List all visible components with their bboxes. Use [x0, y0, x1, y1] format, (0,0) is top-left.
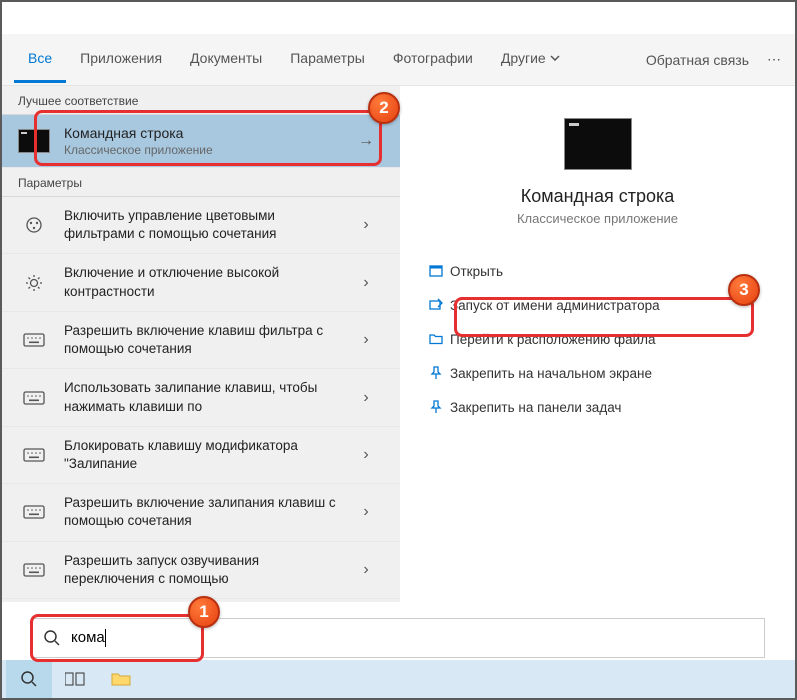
annotation-badge-3: 3 — [728, 274, 760, 306]
tab-apps[interactable]: Приложения — [66, 36, 176, 83]
preview-subtitle: Классическое приложение — [420, 211, 775, 226]
action-label: Открыть — [450, 264, 503, 279]
results-panel: Лучшее соответствие Командная строка Кла… — [2, 86, 400, 602]
search-header: Все Приложения Документы Параметры Фотог… — [2, 34, 795, 86]
setting-result[interactable]: Разрешить запуск озвучивания переключени… — [2, 542, 400, 599]
taskbar-explorer[interactable] — [98, 660, 144, 698]
preview-cmd-icon — [564, 118, 632, 170]
folder-icon — [111, 671, 131, 687]
settings-section-header: Параметры — [2, 168, 400, 197]
search-bar[interactable]: кома — [32, 618, 765, 658]
setting-title: Включить управление цветовыми фильтрами … — [64, 207, 346, 243]
filter-tabs: Все Приложения Документы Параметры Фотог… — [14, 36, 574, 83]
chevron-right-icon[interactable]: › — [346, 446, 386, 464]
pin-icon — [422, 399, 450, 415]
result-subtitle: Классическое приложение — [64, 143, 346, 157]
action-label: Запуск от имени администратора — [450, 298, 660, 313]
preview-title: Командная строка — [420, 186, 775, 207]
task-view-icon — [65, 671, 85, 687]
search-icon — [20, 670, 38, 688]
taskbar-task-view[interactable] — [52, 660, 98, 698]
chevron-down-icon — [550, 55, 560, 61]
tab-photos[interactable]: Фотографии — [379, 36, 487, 83]
chevron-right-icon[interactable]: › — [346, 331, 386, 349]
action-open[interactable]: Открыть — [420, 254, 775, 288]
open-icon — [422, 263, 450, 279]
pin-icon — [422, 365, 450, 381]
keyboard-icon — [16, 556, 52, 584]
setting-title: Использовать залипание клавиш, чтобы наж… — [64, 379, 346, 415]
search-icon — [43, 629, 61, 647]
setting-result[interactable]: Включение и отключение высокой контрастн… — [2, 254, 400, 311]
setting-title: Разрешить включение клавиш фильтра с пом… — [64, 322, 346, 358]
setting-title: Разрешить запуск озвучивания переключени… — [64, 552, 346, 588]
setting-result[interactable]: Разрешить включение клавиш фильтра с пом… — [2, 312, 400, 369]
sun-icon — [16, 269, 52, 297]
chevron-right-icon[interactable]: › — [346, 561, 386, 579]
keyboard-icon — [16, 498, 52, 526]
palette-icon — [16, 211, 52, 239]
chevron-right-icon[interactable]: › — [346, 389, 386, 407]
taskbar — [2, 660, 795, 698]
setting-result[interactable]: Использовать залипание клавиш, чтобы наж… — [2, 369, 400, 426]
arrow-right-icon[interactable]: → — [346, 132, 386, 150]
chevron-right-icon[interactable]: › — [346, 503, 386, 521]
cmd-icon — [18, 129, 50, 153]
setting-result[interactable]: Включить управление цветовыми фильтрами … — [2, 197, 400, 254]
result-title: Командная строка — [64, 125, 346, 141]
keyboard-icon — [16, 384, 52, 412]
setting-result[interactable]: Блокировать клавишу модификатора "Залипа… — [2, 427, 400, 484]
taskbar-search[interactable] — [6, 660, 52, 698]
keyboard-icon — [16, 326, 52, 354]
setting-result[interactable]: Разрешить включение залипания клавиш с п… — [2, 484, 400, 541]
action-pin[interactable]: Закрепить на начальном экране — [420, 356, 775, 390]
preview-panel: Командная строка Классическое приложение… — [400, 86, 795, 602]
setting-title: Блокировать клавишу модификатора "Залипа… — [64, 437, 346, 473]
tab-all[interactable]: Все — [14, 36, 66, 83]
action-pin[interactable]: Закрепить на панели задач — [420, 390, 775, 424]
chevron-right-icon[interactable]: › — [346, 216, 386, 234]
chevron-right-icon[interactable]: › — [346, 274, 386, 292]
keyboard-icon — [16, 441, 52, 469]
action-label: Закрепить на панели задач — [450, 400, 621, 415]
action-label: Закрепить на начальном экране — [450, 366, 652, 381]
annotation-badge-2: 2 — [368, 92, 400, 124]
action-admin[interactable]: Запуск от имени администратора — [420, 288, 775, 322]
admin-icon — [422, 297, 450, 313]
tab-settings[interactable]: Параметры — [276, 36, 379, 83]
best-match-header: Лучшее соответствие — [2, 86, 400, 115]
setting-title: Разрешить включение залипания клавиш с п… — [64, 494, 346, 530]
action-label: Перейти к расположению файла — [450, 332, 656, 347]
search-input[interactable]: кома — [71, 629, 106, 647]
tab-more[interactable]: Другие — [487, 36, 574, 83]
more-options[interactable]: ⋯ — [767, 51, 783, 68]
setting-title: Включение и отключение высокой контрастн… — [64, 264, 346, 300]
folder-icon — [422, 331, 450, 347]
tab-documents[interactable]: Документы — [176, 36, 276, 83]
action-folder[interactable]: Перейти к расположению файла — [420, 322, 775, 356]
best-match-result[interactable]: Командная строка Классическое приложение… — [2, 115, 400, 168]
feedback-link[interactable]: Обратная связь — [646, 52, 749, 68]
annotation-badge-1: 1 — [188, 596, 220, 628]
